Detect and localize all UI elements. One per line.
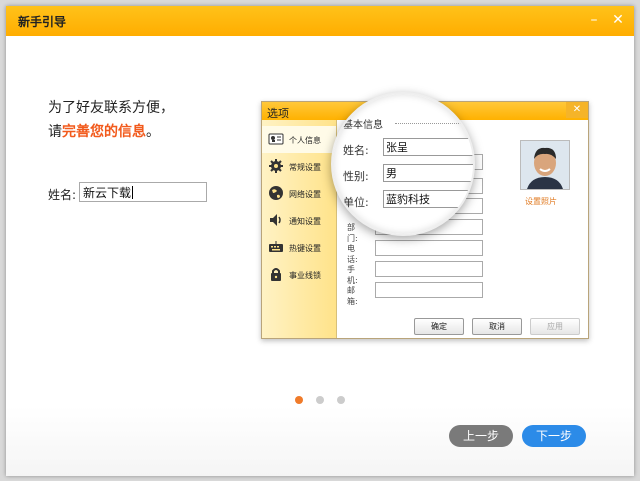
sidebar-item-label: 常规设置 [289, 163, 321, 172]
guide-window: 新手引导 – ✕ 为了好友联系方便， 请完善您的信息。 姓名: 新云下载 选项 … [6, 6, 634, 476]
illustration-cancel-button: 取消 [472, 318, 522, 335]
page-dot-2[interactable] [316, 396, 324, 404]
illustration-apply-button: 应用 [530, 318, 580, 335]
lock-icon [271, 268, 281, 281]
magnifier-gender-field: 男 [383, 164, 473, 182]
name-label: 姓名: [48, 188, 77, 202]
page-dot-3[interactable] [337, 396, 345, 404]
sidebar-item-network: 网络设置 [262, 180, 336, 207]
page-dot-1[interactable] [295, 396, 303, 404]
intro-highlight: 完善您的信息 [62, 124, 146, 140]
sidebar-item-label: 通知设置 [289, 217, 321, 226]
form-field [375, 261, 483, 277]
illustration-title: 选项 [267, 107, 289, 120]
avatar [520, 140, 570, 190]
magnifier-gender-label: 性别: [343, 170, 369, 183]
sidebar-item-general: 常规设置 [262, 153, 336, 180]
name-input-value: 新云下载 [83, 186, 132, 200]
close-button[interactable]: ✕ [610, 11, 626, 29]
window-title: 新手引导 [18, 15, 67, 29]
intro-prefix: 请 [48, 124, 62, 140]
magnifier-name-label: 姓名: [343, 144, 369, 157]
form-label: 电话: [347, 244, 358, 264]
intro-line-2: 请完善您的信息。 [48, 120, 174, 144]
form-field [375, 282, 483, 298]
sidebar-item-label: 网络设置 [289, 190, 321, 199]
sidebar-item-lock: 事业线锁 [262, 261, 336, 288]
title-bar: 新手引导 – ✕ [6, 6, 634, 36]
illustration-ok-button: 确定 [414, 318, 464, 335]
intro-text: 为了好友联系方便， 请完善您的信息。 [48, 96, 174, 144]
form-label: 邮箱: [347, 286, 358, 306]
gear-icon [269, 159, 283, 173]
sidebar-item-personal-info: 个人信息 [262, 126, 336, 153]
speaker-icon [270, 214, 281, 226]
keyboard-icon [269, 241, 283, 252]
illustration-close-icon: ✕ [566, 102, 588, 118]
intro-suffix: 。 [146, 124, 160, 140]
sidebar-item-label: 事业线锁 [289, 271, 321, 280]
name-input[interactable]: 新云下载 [79, 182, 207, 202]
magnifier-circle: 基本信息 姓名: 张呈 性别: 男 单位: 蓝豹科技 [331, 92, 475, 236]
intro-line-1: 为了好友联系方便， [48, 100, 174, 116]
id-card-icon [268, 133, 284, 145]
illustration-sidebar: 个人信息 常规设置 网络设置 通知设置 热键设置 事业线锁 [262, 120, 337, 338]
form-label: 手机: [347, 265, 358, 285]
magnifier-unit-field: 蓝豹科技 [383, 190, 473, 208]
magnifier-divider [395, 123, 473, 124]
magnifier-name-field: 张呈 [383, 138, 473, 156]
magnifier-unit-label: 单位: [343, 196, 369, 209]
form-field [375, 240, 483, 256]
globe-icon [269, 186, 283, 200]
next-button[interactable]: 下一步 [522, 425, 586, 447]
sidebar-item-label: 个人信息 [289, 136, 321, 145]
minimize-button[interactable]: – [586, 11, 602, 29]
prev-button[interactable]: 上一步 [449, 425, 513, 447]
avatar-image [521, 141, 569, 189]
form-label: 部门: [347, 223, 358, 243]
sidebar-item-notify: 通知设置 [262, 207, 336, 234]
set-photo-label: 设置照片 [525, 197, 557, 206]
sidebar-item-label: 热键设置 [289, 244, 321, 253]
text-caret [132, 186, 134, 199]
sidebar-item-hotkey: 热键设置 [262, 234, 336, 261]
magnifier-heading: 基本信息 [343, 120, 383, 131]
